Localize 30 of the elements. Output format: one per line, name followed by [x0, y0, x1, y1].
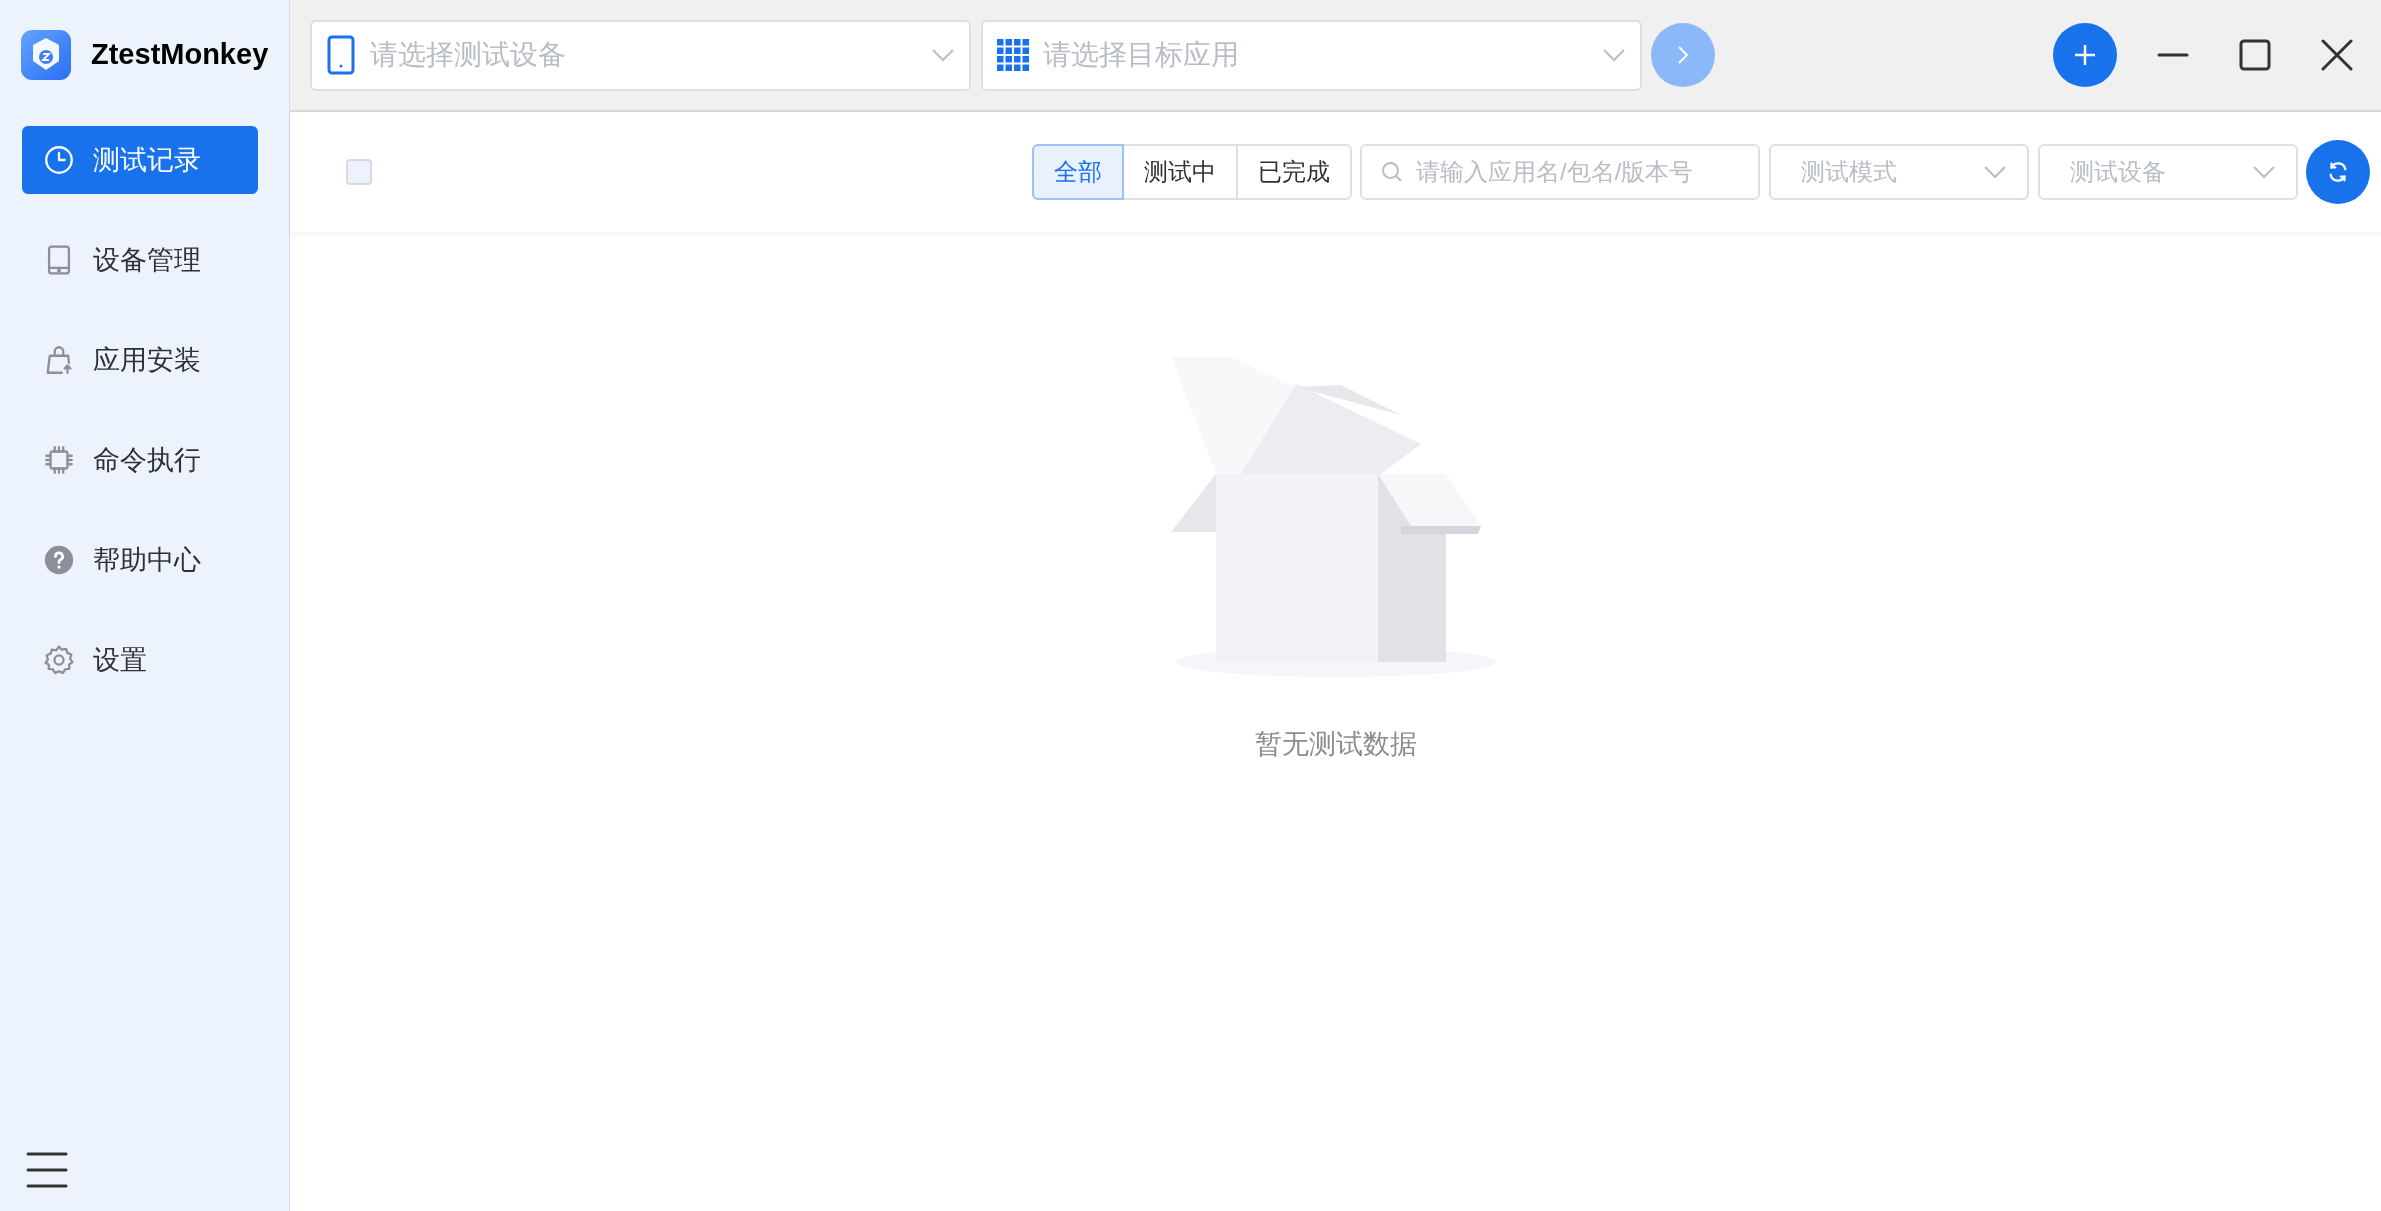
chevron-down-icon	[1602, 48, 1626, 62]
status-tab[interactable]: 全部	[1032, 144, 1124, 200]
select-all-checkbox[interactable]	[346, 159, 372, 185]
sidebar-item[interactable]: 命令执行	[22, 426, 258, 494]
menu-icon[interactable]	[26, 1151, 68, 1189]
settings-icon	[42, 643, 76, 677]
refresh-icon	[2327, 161, 2349, 183]
plus-icon	[2073, 43, 2097, 67]
grid-icon	[997, 39, 1029, 71]
maximize-icon[interactable]	[2239, 39, 2271, 71]
chip-icon	[42, 443, 76, 477]
sidebar-item[interactable]: 应用安装	[22, 326, 258, 394]
app-name: ZtestMonkey	[91, 37, 269, 73]
sidebar-item[interactable]: 测试记录	[22, 126, 258, 194]
chevron-down-icon	[931, 48, 955, 62]
help-icon	[42, 543, 76, 577]
tablet-icon	[326, 35, 356, 75]
clock-icon	[42, 143, 76, 177]
sidebar-item[interactable]: 设置	[22, 626, 258, 694]
sidebar-item[interactable]: 帮助中心	[22, 526, 258, 594]
chevron-down-icon	[1983, 165, 2007, 179]
chevron-right-icon	[1677, 45, 1689, 65]
app-logo-icon	[21, 30, 71, 80]
status-tab[interactable]: 测试中	[1122, 144, 1238, 200]
chevron-down-icon	[2252, 165, 2276, 179]
status-tab[interactable]: 已完成	[1236, 144, 1352, 200]
sidebar-item[interactable]: 设备管理	[22, 226, 258, 294]
empty-message: 暂无测试数据	[1254, 728, 1417, 761]
search-icon	[1380, 160, 1404, 184]
close-icon[interactable]	[2321, 39, 2353, 71]
